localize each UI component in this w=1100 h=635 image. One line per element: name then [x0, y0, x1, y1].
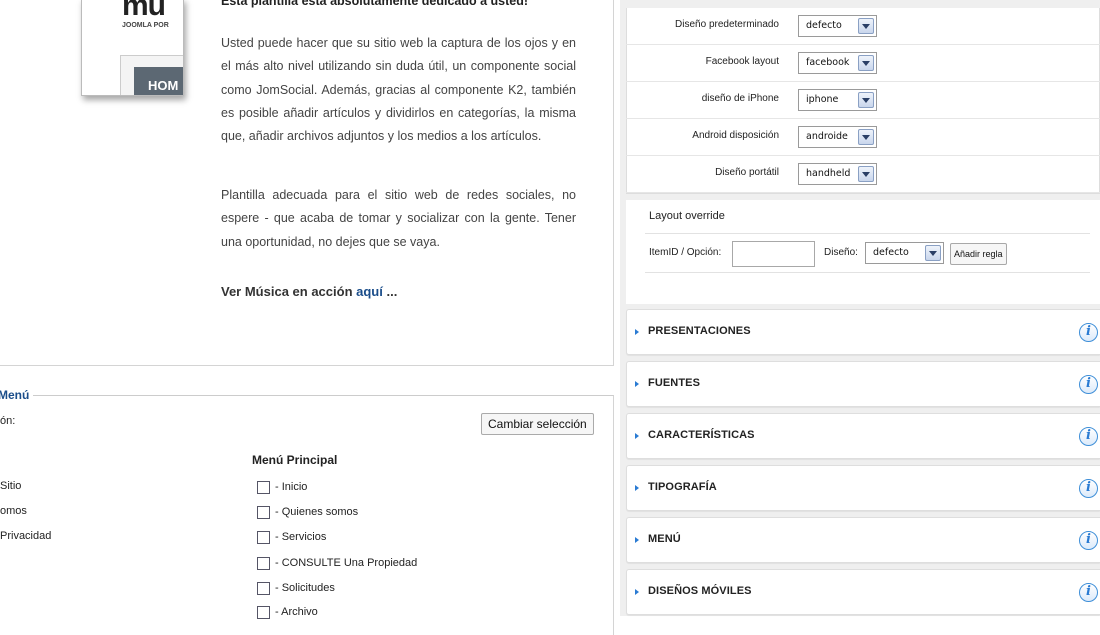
chevron-right-icon — [635, 589, 639, 595]
accordion-menu[interactable]: MENÚ i — [626, 517, 1100, 563]
divider — [645, 272, 1090, 273]
accordion-label: CARACTERÍSTICAS — [648, 429, 755, 441]
menu-item-row[interactable]: - Solicitudes — [257, 580, 335, 596]
chevron-right-icon — [635, 329, 639, 335]
menu-item-checkbox[interactable] — [257, 581, 270, 595]
description-more: Ver Música en acción aquí ... — [221, 284, 397, 299]
description-paragraph-2: Plantilla adecuada para el sitio web de … — [221, 188, 576, 249]
template-thumbnail: mu JOOMLA POR HOM — [81, 0, 184, 96]
chevron-down-icon[interactable] — [925, 245, 941, 261]
menu-item-row[interactable]: - Archivo — [257, 604, 318, 620]
chevron-right-icon — [635, 433, 639, 439]
layout-label: Android disposición — [692, 130, 779, 141]
chevron-right-icon — [635, 537, 639, 543]
info-icon[interactable]: i — [1079, 479, 1098, 498]
menu-item-checkbox[interactable] — [257, 605, 270, 619]
layout-label: Diseño portátil — [715, 167, 779, 178]
iphone-layout-select[interactable]: iphone — [798, 89, 877, 111]
more-suffix: ... — [386, 284, 398, 299]
menu-item-checkbox[interactable] — [257, 480, 270, 494]
thumbnail-subtext: JOOMLA POR — [122, 22, 169, 29]
left-column-item[interactable]: Sitio — [0, 480, 21, 492]
default-layout-select[interactable]: defecto — [798, 15, 877, 37]
layout-row-android: Android disposición androide — [626, 119, 1100, 156]
more-prefix: Ver Música en acción — [221, 284, 353, 299]
menu-assignment-legend: Menú — [0, 388, 34, 402]
select-value: defecto — [806, 20, 842, 31]
menu-item-checkbox[interactable] — [257, 505, 270, 519]
left-column-item[interactable]: Privacidad — [0, 530, 51, 542]
override-layout-select[interactable]: defecto — [865, 242, 944, 264]
select-value: iphone — [806, 94, 839, 105]
info-icon[interactable]: i — [1079, 583, 1098, 602]
menu-item-row[interactable]: - CONSULTE Una Propiedad — [257, 555, 417, 571]
accordion-label: FUENTES — [648, 377, 701, 389]
layout-label: diseño de iPhone — [701, 93, 779, 104]
chevron-down-icon[interactable] — [858, 166, 874, 182]
menu-item-label: - Quienes somos — [275, 506, 359, 518]
select-value: facebook — [806, 57, 850, 68]
menu-item-label: - Servicios — [275, 531, 327, 543]
layout-label: Facebook layout — [705, 56, 779, 67]
menu-item-row[interactable]: - Quienes somos — [257, 504, 358, 520]
description-heading: Esta plantilla está absolutamente dedica… — [221, 0, 529, 8]
add-rule-button[interactable]: Añadir regla — [950, 243, 1007, 265]
accordion-presentaciones[interactable]: PRESENTACIONES i — [626, 309, 1100, 355]
chevron-down-icon[interactable] — [858, 18, 874, 34]
layout-row-handheld: Diseño portátil handheld — [626, 156, 1100, 193]
chevron-down-icon[interactable] — [858, 92, 874, 108]
info-icon[interactable]: i — [1079, 531, 1098, 550]
accordion-caracteristicas[interactable]: CARACTERÍSTICAS i — [626, 413, 1100, 459]
layout-label: Diseño predeterminado — [675, 19, 779, 30]
menu-selection-label: ón: — [0, 415, 16, 427]
more-link[interactable]: aquí — [356, 284, 383, 299]
accordion-label: TIPOGRAFÍA — [648, 481, 717, 493]
accordion-disenos-moviles[interactable]: DISEÑOS MÓVILES i — [626, 569, 1100, 615]
accordion-label: MENÚ — [648, 533, 681, 545]
accordion-label: DISEÑOS MÓVILES — [648, 585, 752, 597]
description-paragraph-1: Usted puede hacer que su sitio web la ca… — [221, 36, 576, 144]
chevron-right-icon — [635, 485, 639, 491]
layout-override-title: Layout override — [649, 210, 725, 222]
select-value: defecto — [873, 247, 909, 258]
menu-item-checkbox[interactable] — [257, 556, 270, 570]
info-icon[interactable]: i — [1079, 375, 1098, 394]
menu-legend-text: Menú — [0, 388, 30, 402]
left-column-item[interactable]: omos — [0, 505, 27, 517]
accordion-fuentes[interactable]: FUENTES i — [626, 361, 1100, 407]
layout-row-default: Diseño predeterminado defecto — [626, 8, 1100, 45]
menu-item-label: - CONSULTE Una Propiedad — [275, 557, 418, 569]
select-value: androide — [806, 131, 848, 142]
menu-item-label: - Archivo — [275, 606, 318, 618]
menu-item-row[interactable]: - Servicios — [257, 529, 326, 545]
layout-row-facebook: Facebook layout facebook — [626, 45, 1100, 82]
thumbnail-logo: mu — [122, 0, 166, 22]
handheld-layout-select[interactable]: handheld — [798, 163, 877, 185]
layout-row-iphone: diseño de iPhone iphone — [626, 82, 1100, 119]
info-icon[interactable]: i — [1079, 427, 1098, 446]
itemid-label: ItemID / Opción: — [649, 247, 722, 258]
thumbnail-nav-text: HOM — [148, 78, 179, 93]
itemid-input[interactable] — [732, 241, 815, 267]
chevron-right-icon — [635, 381, 639, 387]
divider — [645, 233, 1090, 234]
accordion-label: PRESENTACIONES — [648, 325, 751, 337]
facebook-layout-select[interactable]: facebook — [798, 52, 877, 74]
menu-item-label: - Solicitudes — [275, 582, 335, 594]
select-value: handheld — [806, 168, 851, 179]
main-menu-title: Menú Principal — [252, 453, 338, 467]
menu-item-checkbox[interactable] — [257, 530, 270, 544]
chevron-down-icon[interactable] — [858, 129, 874, 145]
chevron-down-icon[interactable] — [858, 55, 874, 71]
android-layout-select[interactable]: androide — [798, 126, 877, 148]
accordion-tipografia[interactable]: TIPOGRAFÍA i — [626, 465, 1100, 511]
override-layout-label: Diseño: — [824, 247, 858, 258]
menu-item-row[interactable]: - Inicio — [257, 479, 307, 495]
info-icon[interactable]: i — [1079, 323, 1098, 342]
change-selection-button[interactable]: Cambiar selección — [481, 413, 594, 435]
menu-item-label: - Inicio — [275, 481, 308, 493]
